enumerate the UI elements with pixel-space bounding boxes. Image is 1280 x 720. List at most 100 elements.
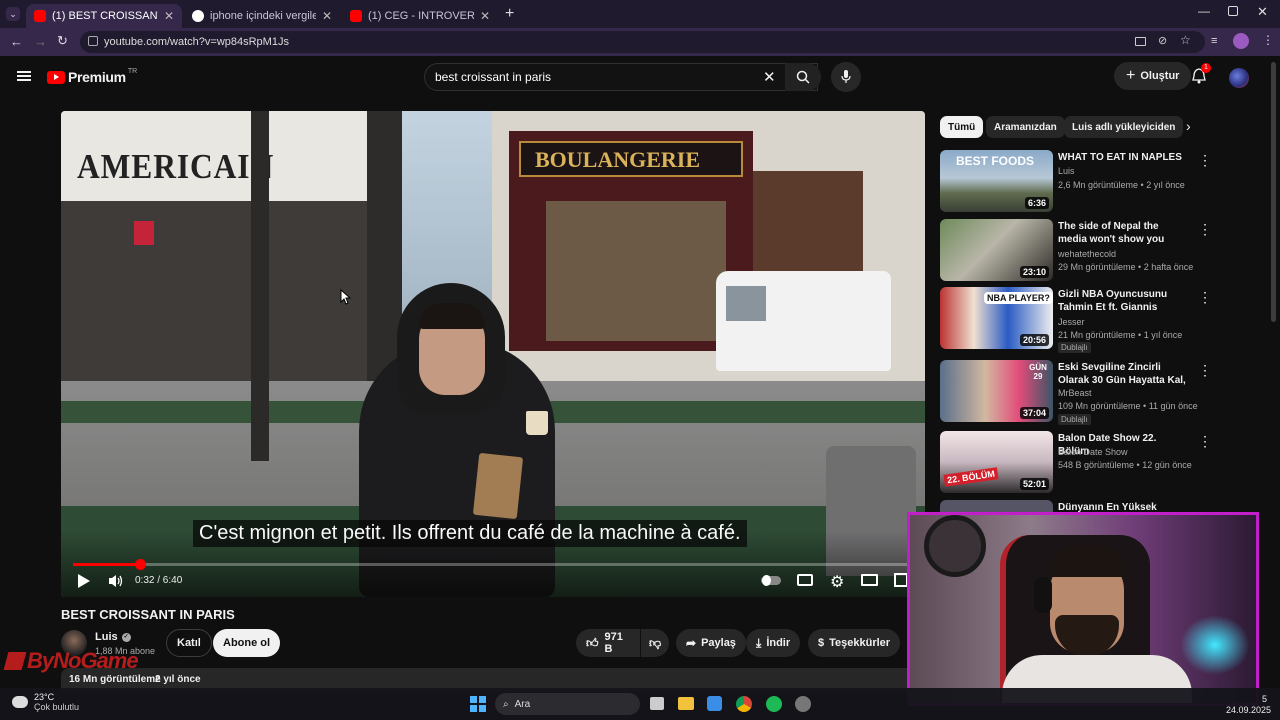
- settings-gear-icon[interactable]: ⚙: [830, 572, 844, 592]
- spotify-icon[interactable]: [766, 696, 782, 712]
- temperature: 23°C: [34, 692, 55, 702]
- tab-list-button[interactable]: ⌄: [6, 7, 20, 21]
- video-player[interactable]: AMERICAIN BOULANGERIE C'est mignon et pe…: [61, 111, 925, 597]
- notifications-button[interactable]: 1: [1192, 63, 1211, 84]
- tab-best-croissant[interactable]: (1) BEST CROISSANT IN PARIS ✕: [26, 4, 182, 28]
- recommendation-channel: Balon Date Show: [1058, 447, 1128, 457]
- upload-age: 2 yıl önce: [155, 674, 201, 685]
- eye-slash-icon[interactable]: ⊘: [1158, 34, 1167, 47]
- dislike-button[interactable]: 👎︎: [641, 629, 669, 657]
- region-code: TR: [127, 67, 138, 75]
- weather-widget[interactable]: 23°C Çok bulutlu: [12, 692, 79, 712]
- recommendation-item[interactable]: GÜN 29 37:04 Eski Sevgiline Zincirli Ola…: [940, 360, 1212, 425]
- browser-tab-bar: ⌄ (1) BEST CROISSANT IN PARIS ✕ iphone i…: [0, 0, 1280, 28]
- fullscreen-icon[interactable]: [894, 573, 908, 587]
- windows-taskbar: 23°C Çok bulutlu ⌕ Ara 5 24.09.2025: [0, 688, 1280, 720]
- chrome-icon[interactable]: [736, 696, 752, 712]
- thumbs-up-icon: 👍︎: [586, 635, 599, 650]
- video-thumbnail[interactable]: 23:10: [940, 219, 1053, 281]
- scrubber-handle[interactable]: [135, 559, 146, 570]
- youtube-icon: [350, 10, 362, 22]
- close-icon[interactable]: ✕: [474, 9, 490, 23]
- recommendation-item[interactable]: 22. BÖLÜM 52:01 Balon Date Show 22. Bölü…: [940, 431, 1212, 495]
- maximize-button[interactable]: [1228, 6, 1238, 16]
- headphones: [1034, 577, 1052, 613]
- recommendation-item[interactable]: 23:10 The side of Nepal the media won't …: [940, 219, 1212, 283]
- more-options-icon[interactable]: ⋮: [1198, 289, 1212, 306]
- page-scrollbar[interactable]: [1271, 62, 1276, 322]
- recommendation-item[interactable]: BEST FOODS 6:36 WHAT TO EAT IN NAPLES Lu…: [940, 150, 1212, 214]
- windows-start-icon[interactable]: [470, 696, 486, 712]
- install-icon[interactable]: [1135, 37, 1146, 46]
- video-thumbnail[interactable]: GÜN 29 37:04: [940, 360, 1053, 422]
- join-button[interactable]: Katıl: [166, 629, 212, 657]
- duration-badge: 6:36: [1024, 197, 1049, 209]
- recommendation-meta: 21 Mn görüntüleme • 1 yıl önce: [1058, 330, 1183, 340]
- video-thumbnail[interactable]: BEST FOODS 6:36: [940, 150, 1053, 212]
- play-icon: [78, 574, 90, 588]
- bynogame-logo-icon: [3, 652, 27, 670]
- back-icon[interactable]: ←: [10, 34, 23, 49]
- taskbar-search[interactable]: ⌕ Ara: [495, 693, 640, 715]
- search-input[interactable]: best croissant in paris ✕: [424, 63, 818, 91]
- more-options-icon[interactable]: ⋮: [1198, 152, 1212, 169]
- thanks-button[interactable]: $ Teşekkürler: [808, 629, 901, 657]
- thanks-label: Teşekkürler: [829, 637, 891, 649]
- more-options-icon[interactable]: ⋮: [1198, 362, 1212, 379]
- autoplay-toggle[interactable]: [761, 575, 781, 586]
- reading-list-icon[interactable]: ≡: [1211, 35, 1217, 47]
- create-label: Oluştur: [1140, 70, 1180, 82]
- subtitles-icon[interactable]: [797, 574, 813, 586]
- recommendation-title: Dünyanın En Yüksek Güvenlikli: [1058, 502, 1157, 512]
- task-view-icon[interactable]: [650, 697, 664, 710]
- youtube-header: Premium TR best croissant in paris ✕ + O…: [0, 56, 1280, 100]
- clock-date: 24.09.2025: [1226, 705, 1272, 715]
- recommendation-meta: 109 Mn görüntüleme • 11 gün önce: [1058, 401, 1198, 411]
- tab-ceg[interactable]: (1) CEG - INTROVERT / MOTİVE ✕: [342, 4, 498, 28]
- voice-search-button[interactable]: [831, 62, 861, 92]
- theater-mode-icon[interactable]: [861, 574, 878, 586]
- address-bar[interactable]: youtube.com/watch?v=wp84sRpM1Js ⊘ ☆: [80, 31, 1205, 53]
- recommendation-item[interactable]: NBA PLAYER? 20:56 Gizli NBA Oyuncusunu T…: [940, 287, 1212, 353]
- search-button[interactable]: [785, 63, 821, 91]
- more-options-icon[interactable]: ⋮: [1198, 221, 1212, 238]
- reload-icon[interactable]: ↻: [57, 33, 68, 49]
- volume-button[interactable]: [108, 574, 124, 588]
- discord-icon[interactable]: [795, 696, 811, 712]
- chevron-right-icon[interactable]: ›: [1186, 118, 1191, 134]
- video-thumbnail[interactable]: 22. BÖLÜM 52:01: [940, 431, 1053, 493]
- more-options-icon[interactable]: ⋮: [1198, 433, 1212, 450]
- browser-menu-icon[interactable]: ⋮: [1262, 33, 1274, 47]
- video-thumbnail[interactable]: [940, 500, 1053, 512]
- store-icon[interactable]: [707, 696, 722, 711]
- youtube-logo[interactable]: Premium TR: [47, 67, 138, 85]
- close-icon[interactable]: ✕: [158, 9, 174, 23]
- chip-from-uploader[interactable]: Luis adlı yükleyiciden: [1064, 116, 1184, 138]
- tab-google-search[interactable]: iphone içindeki vergilert - Goog ✕: [184, 4, 340, 28]
- hamburger-menu-icon[interactable]: [17, 71, 31, 81]
- chip-all[interactable]: Tümü: [940, 116, 984, 138]
- bookmark-star-icon[interactable]: ☆: [1180, 33, 1191, 47]
- chip-from-search[interactable]: Aramanızdan: [986, 116, 1065, 138]
- download-button[interactable]: ⤓ İndir: [746, 629, 801, 657]
- account-avatar[interactable]: [1229, 68, 1249, 88]
- subscribe-button[interactable]: Abone ol: [213, 629, 281, 657]
- thumbnail-overlay-text: BEST FOODS: [956, 154, 1035, 168]
- close-window-button[interactable]: ✕: [1257, 4, 1268, 20]
- create-button[interactable]: + Oluştur: [1114, 62, 1192, 90]
- minimize-button[interactable]: —: [1198, 4, 1210, 18]
- clear-search-icon[interactable]: ✕: [763, 68, 776, 86]
- like-button[interactable]: 👍︎ 971 B: [576, 629, 640, 657]
- channel-name[interactable]: Luis ✓: [95, 631, 131, 643]
- forward-icon[interactable]: →: [34, 34, 47, 49]
- progress-bar[interactable]: [73, 559, 913, 570]
- new-tab-button[interactable]: +: [505, 5, 514, 23]
- play-button[interactable]: [77, 573, 91, 589]
- profile-avatar[interactable]: [1233, 33, 1249, 49]
- file-explorer-icon[interactable]: [678, 697, 694, 710]
- video-thumbnail[interactable]: NBA PLAYER? 20:56: [940, 287, 1053, 349]
- site-info-icon[interactable]: [88, 36, 98, 46]
- close-icon[interactable]: ✕: [316, 9, 332, 23]
- share-button[interactable]: ➦ Paylaş: [676, 629, 746, 657]
- recommendation-item[interactable]: Dünyanın En Yüksek Güvenlikli: [940, 500, 1210, 512]
